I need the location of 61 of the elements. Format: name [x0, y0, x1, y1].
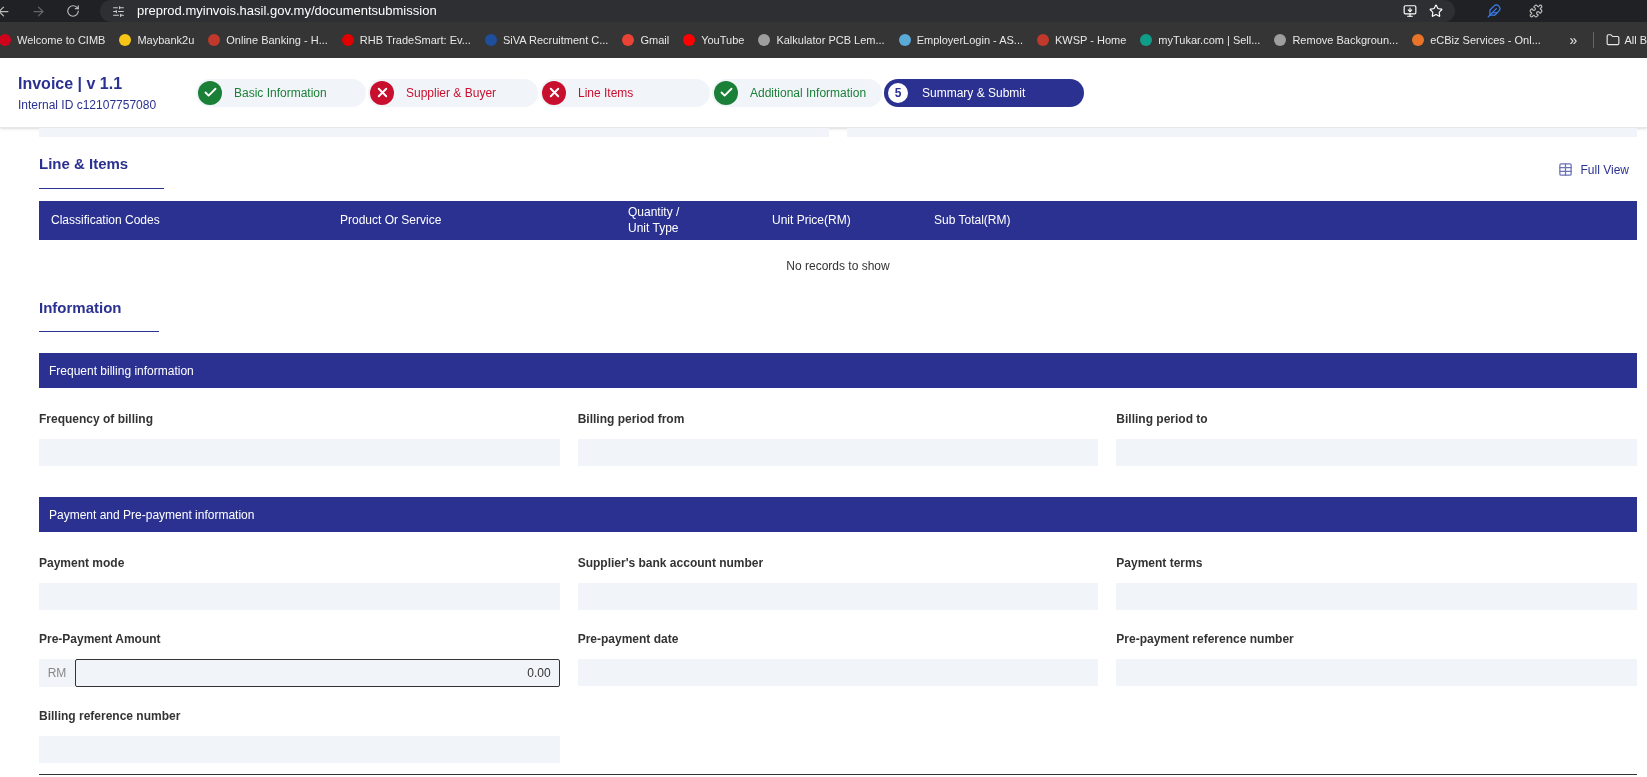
folder-icon[interactable] [1606, 33, 1621, 47]
column-header: Classification Codes [51, 212, 161, 228]
column-header: Sub Total(RM) [934, 212, 1012, 228]
step-tab[interactable]: 5 Summary & Submit [884, 78, 1084, 107]
bookmark-star-icon[interactable] [1429, 4, 1443, 18]
amount-field[interactable]: 0.00 [75, 659, 560, 687]
bookmark-item[interactable]: Gmail [615, 31, 677, 49]
address-bar[interactable]: preprod.myinvois.hasil.gov.my/documentsubmission [100, 0, 1455, 22]
reload-icon[interactable] [66, 4, 80, 18]
field-label: Billing period from [577, 411, 686, 428]
internal-id: Internal ID c12107757080 [18, 96, 158, 114]
error-icon [542, 80, 566, 105]
column-header: Unit Price(RM) [772, 212, 852, 228]
table-icon [1557, 162, 1573, 177]
field-label: Pre-payment reference number [1116, 631, 1295, 648]
forward-icon[interactable] [31, 3, 46, 19]
extension-icon[interactable] [1487, 4, 1501, 18]
page-title: Invoice | v 1.1 [18, 73, 124, 94]
section-header-bar: Payment and Pre-payment information [39, 497, 1637, 532]
column-header: Quantity / Unit Type [628, 204, 681, 236]
bookmark-item[interactable]: eCBiz Services - Onl... [1405, 31, 1548, 49]
bookmark-item[interactable]: EmployerLogin - AS... [891, 31, 1030, 49]
field-label: Pre-payment date [577, 631, 680, 648]
bookmark-item[interactable]: KWSP - Home [1030, 31, 1134, 49]
check-icon [714, 80, 738, 105]
all-bookmarks[interactable]: All B [1624, 31, 1647, 49]
bookmark-item[interactable]: Welcome to CIMB [0, 31, 113, 49]
field-label: Pre-Payment Amount [39, 631, 162, 648]
step-number: 5 [886, 80, 910, 105]
site-settings-icon[interactable] [112, 4, 125, 18]
step-tab[interactable]: Line Items [540, 78, 710, 107]
bookmark-item[interactable]: RHB TradeSmart: Ev... [334, 31, 478, 49]
bookmark-item[interactable]: SiVA Recruitment C... [477, 31, 616, 49]
section-header-bar: Frequent billing information [39, 353, 1637, 388]
section-title: Line & Items [39, 153, 164, 189]
extensions-icon[interactable] [1529, 4, 1543, 18]
currency-prefix: RM [39, 659, 75, 687]
bookmark-item[interactable]: YouTube [676, 31, 752, 49]
column-header: Product Or Service [340, 212, 443, 228]
step-tab[interactable]: Basic Information [196, 78, 366, 107]
field-label: Supplier's bank account number [577, 555, 765, 572]
step-tab[interactable]: Supplier & Buyer [368, 78, 538, 107]
step-tab[interactable]: Additional Information [712, 78, 882, 107]
bookmark-item[interactable]: Kalkulator PCB Lem... [751, 31, 892, 49]
full-view-button[interactable]: Full View [1557, 160, 1629, 179]
field-label: Payment mode [39, 555, 126, 572]
empty-message: No records to show [786, 257, 890, 275]
bookmark-item[interactable]: myTukar.com | Sell... [1133, 31, 1268, 49]
install-icon[interactable] [1403, 4, 1417, 18]
bookmark-item[interactable]: Online Banking - H... [201, 31, 335, 49]
bookmark-item[interactable]: Maybank2u [112, 31, 202, 49]
field-label: Frequency of billing [39, 411, 154, 428]
error-icon [370, 80, 394, 105]
section-title: Information [39, 296, 159, 332]
more-bookmarks[interactable]: » [1569, 29, 1578, 51]
field-label: Billing period to [1116, 411, 1209, 428]
back-icon[interactable] [0, 3, 11, 19]
field-label: Payment terms [1116, 555, 1204, 572]
check-icon [198, 80, 222, 105]
bookmark-item[interactable]: Remove Backgroun... [1267, 31, 1406, 49]
field-label: Billing reference number [39, 708, 182, 725]
